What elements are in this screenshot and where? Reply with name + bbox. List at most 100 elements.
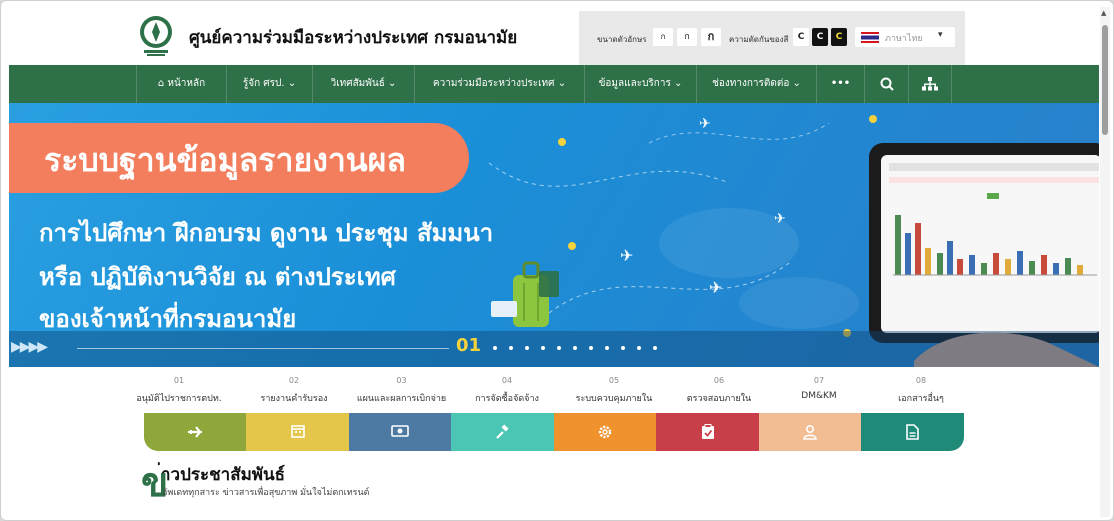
section-number: 01	[173, 376, 185, 385]
slide-dot[interactable]	[573, 346, 577, 350]
nav-about-label: รู้จัก ศรป.	[242, 78, 285, 89]
slide-dot[interactable]	[589, 346, 593, 350]
site-header: ศูนย์ความร่วมมือระหว่างประเทศ กรมอนามัย …	[9, 9, 1099, 65]
contrast-label: ความตัดกันของสี	[729, 35, 789, 44]
news-section-subtitle: อัพเดททุกสาระ ข่าวสารเพื่อสุขภาพ มั่นใจไ…	[162, 488, 370, 498]
nav-contact-label: ช่องทางการติดต่อ	[712, 78, 790, 89]
section-number: 02	[288, 376, 300, 385]
slide-dot[interactable]	[653, 346, 657, 350]
section-link-3[interactable]: 03 แผนและผลการเบิกจ่าย	[349, 367, 454, 415]
nav-about[interactable]: รู้จัก ศรป. ⌄	[226, 65, 312, 103]
nav-foreign-relations-label: วิเทศสัมพันธ์	[330, 78, 385, 89]
tile-travel[interactable]	[144, 413, 246, 451]
gear-icon	[598, 425, 612, 439]
tile-calendar[interactable]	[246, 413, 349, 451]
language-label: ภาษาไทย	[885, 34, 923, 44]
nav-home[interactable]: ⌂ หน้าหลัก	[136, 65, 226, 103]
document-icon	[906, 424, 919, 440]
section-number: 05	[608, 376, 620, 385]
news-section-title: ่าวประชาสัมพันธ์	[161, 465, 286, 485]
section-link-8[interactable]: 08 เอกสารอื่นๆ	[871, 367, 971, 415]
svg-text:✈: ✈	[699, 116, 711, 132]
slide-number: 01	[456, 335, 482, 356]
money-icon	[391, 425, 409, 437]
tile-internal-control[interactable]	[554, 413, 656, 451]
chevron-down-icon: ⌄	[792, 78, 801, 89]
section-number: 06	[713, 376, 725, 385]
banner-headline: ระบบฐานข้อมูลรายงานผล	[44, 141, 407, 179]
slide-dot[interactable]	[621, 346, 625, 350]
gavel-icon	[495, 424, 509, 439]
banner-line-1: การไปศึกษา ฝึกอบรม ดูงาน ประชุม สัมมนา	[39, 219, 494, 247]
clipboard-check-icon	[701, 424, 714, 439]
nav-info-services[interactable]: ข้อมูลและบริการ ⌄	[584, 65, 696, 103]
chevron-down-icon: ⌄	[287, 78, 297, 89]
banner-headline-pill: ระบบฐานข้อมูลรายงานผล	[9, 123, 469, 193]
section-link-1[interactable]: 01 อนุมัติไปราชการตปท.	[129, 367, 229, 415]
sitemap-button[interactable]	[908, 65, 952, 103]
main-nav: ⌂ หน้าหลัก รู้จัก ศรป. ⌄ วิเทศสัมพันธ์ ⌄…	[9, 65, 1099, 103]
slide-dot[interactable]	[509, 346, 513, 350]
language-select[interactable]: ภาษาไทย ▾	[855, 27, 955, 47]
slide-dot[interactable]	[493, 346, 497, 350]
section-label: เอกสารอื่นๆ	[898, 394, 944, 404]
section-label: แผนและผลการเบิกจ่าย	[356, 394, 447, 404]
slide-dot[interactable]	[605, 346, 609, 350]
font-size-label: ขนาดตัวอักษร	[597, 35, 647, 44]
section-number: 08	[915, 376, 927, 385]
nav-contact[interactable]: ช่องทางการติดต่อ ⌄	[696, 65, 816, 103]
svg-text:✈: ✈	[709, 278, 722, 297]
section-link-6[interactable]: 06 ตรวจสอบภายใน	[669, 367, 769, 415]
scrollbar-thumb[interactable]	[1102, 25, 1108, 135]
accessibility-tools: ขนาดตัวอักษร ก ก ก ความตัดกันของสี C C C…	[579, 11, 965, 65]
tile-procurement[interactable]	[451, 413, 554, 451]
contrast-yellow-button[interactable]: C	[831, 28, 847, 46]
slide-dot[interactable]	[557, 346, 561, 350]
chevron-down-icon: ⌄	[557, 78, 567, 89]
section-label: การจัดซื้อจัดจ้าง	[475, 394, 539, 404]
page: ศูนย์ความร่วมมือระหว่างประเทศ กรมอนามัย …	[9, 9, 1099, 520]
section-label: ตรวจสอบภายใน	[686, 394, 752, 404]
svg-text:✈: ✈	[620, 246, 633, 265]
section-link-5[interactable]: 05 ระบบควบคุมภายใน	[559, 367, 669, 415]
svg-text:✈: ✈	[774, 211, 786, 227]
chevron-down-icon: ⌄	[388, 78, 397, 89]
nav-cooperation-label: ความร่วมมือระหว่างประเทศ	[432, 78, 555, 89]
font-size-small-button[interactable]: ก	[653, 28, 673, 46]
slide-dot[interactable]	[525, 346, 529, 350]
slide-dot[interactable]	[637, 346, 641, 350]
page-scrollbar[interactable]: ▲	[1100, 7, 1110, 517]
play-arrows-icon[interactable]: ▶▶▶▶	[11, 339, 48, 355]
more-button[interactable]: •••	[816, 65, 864, 103]
section-label: DM&KM	[801, 391, 837, 401]
airplane-icon	[188, 426, 202, 438]
ministry-logo[interactable]	[136, 14, 176, 58]
contrast-normal-button[interactable]: C	[793, 28, 809, 46]
section-label: อนุมัติไปราชการตปท.	[136, 394, 222, 404]
nav-cooperation[interactable]: ความร่วมมือระหว่างประเทศ ⌄	[414, 65, 584, 103]
tile-audit[interactable]	[656, 413, 759, 451]
font-size-medium-button[interactable]: ก	[677, 28, 697, 46]
caret-down-icon: ▾	[938, 30, 943, 40]
slide-dot[interactable]	[541, 346, 545, 350]
tile-dm-km[interactable]	[759, 413, 861, 451]
section-link-2[interactable]: 02 รายงานคำรับรอง	[244, 367, 344, 415]
contrast-dark-button[interactable]: C	[812, 28, 828, 46]
nav-foreign-relations[interactable]: วิเทศสัมพันธ์ ⌄	[312, 65, 414, 103]
section-label: ระบบควบคุมภายใน	[575, 394, 653, 404]
nav-info-services-label: ข้อมูลและบริการ	[598, 78, 671, 89]
sitemap-icon	[922, 77, 938, 91]
font-size-large-button[interactable]: ก	[701, 28, 721, 46]
nav-home-label: หน้าหลัก	[167, 78, 206, 89]
section-link-7[interactable]: 07 DM&KM	[769, 367, 869, 415]
section-number: 07	[813, 376, 825, 385]
tile-documents[interactable]	[861, 413, 964, 451]
hero-banner[interactable]: ✈ ✈ ✈ ✈ ระบบฐานข้อมูลรายงานผล การไปศึกษา…	[9, 103, 1099, 367]
tile-budget[interactable]	[349, 413, 451, 451]
banner-line-2: หรือ ปฏิบัติงานวิจัย ณ ต่างประเทศ	[39, 263, 396, 291]
section-link-4[interactable]: 04 การจัดซื้อจัดจ้าง	[457, 367, 557, 415]
scroll-up-icon[interactable]: ▲	[1101, 9, 1106, 17]
site-title[interactable]: ศูนย์ความร่วมมือระหว่างประเทศ กรมอนามัย	[189, 24, 517, 51]
chevron-down-icon: ⌄	[674, 78, 683, 89]
search-button[interactable]	[864, 65, 908, 103]
